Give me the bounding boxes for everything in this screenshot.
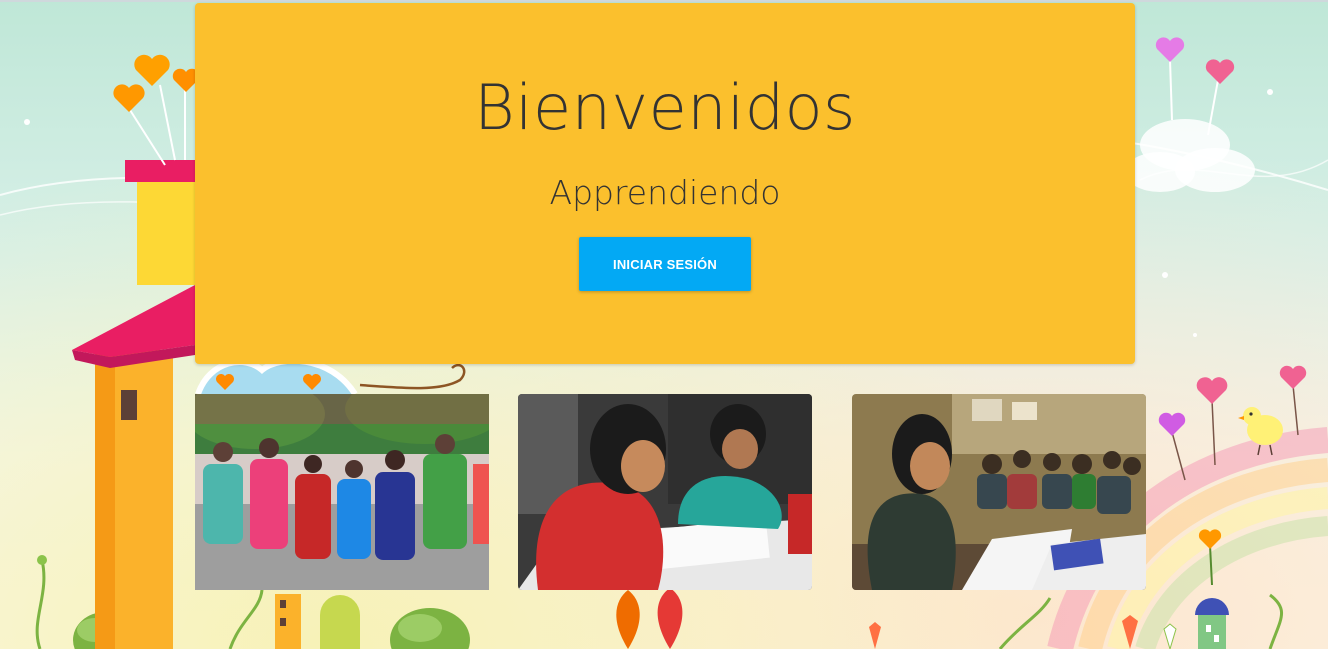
welcome-title: Bienvenidos — [474, 71, 856, 144]
children-parade-photo — [195, 394, 489, 590]
login-button[interactable]: INICIAR SESIÓN — [579, 237, 751, 291]
top-border — [0, 0, 1328, 2]
children-writing-photo — [518, 394, 812, 590]
classroom-children-photo — [852, 394, 1146, 590]
welcome-panel: Bienvenidos Apprendiendo INICIAR SESIÓN — [195, 3, 1135, 364]
welcome-subtitle: Apprendiendo — [549, 173, 781, 212]
